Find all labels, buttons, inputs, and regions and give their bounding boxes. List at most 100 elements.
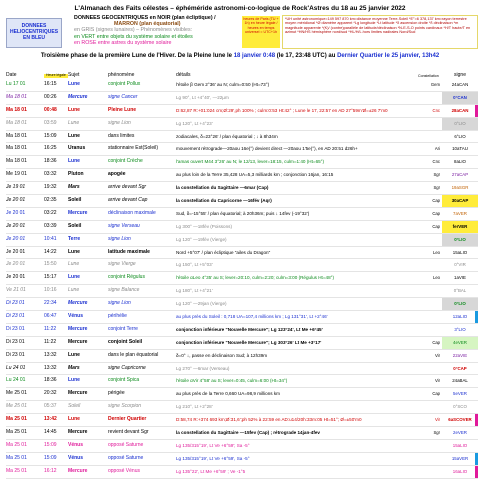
- cell-phenomene: conjoint Régulus: [108, 274, 145, 281]
- cell-sujet: Mars: [68, 184, 80, 191]
- phase-last-quarter: Dernier Quartier le 25 janvier, 13h42: [337, 53, 440, 59]
- cell-sujet: Lune: [68, 119, 80, 126]
- cell-phenomene: arrive devant Sgr: [108, 184, 147, 191]
- table-row: Ma 18 01 03:59 Lune signe Lion Lg 120°, Lt +…: [6, 117, 478, 131]
- cell-details: zodiacales, δ=23°26' / plan équatorial ;…: [176, 133, 278, 139]
- cell-time: 13:42: [44, 416, 57, 423]
- cell-date: Me 19 01: [6, 171, 27, 178]
- cell-signe: 19aSGR: [451, 185, 469, 191]
- cell-time: 11:22: [44, 325, 57, 332]
- helio-line-3: EN BLEU: [23, 35, 45, 41]
- cell-time: 15:09: [44, 441, 57, 448]
- table-row: Di 23 01 11:22 Mercure conjoint Terre conjon…: [6, 324, 478, 337]
- cell-sujet: Pluton: [68, 171, 84, 178]
- cell-signe: 0°CAN: [442, 91, 478, 104]
- cell-details: la constellation du Sagittaire —15fev (C…: [176, 430, 320, 436]
- cell-signe: 24aBAL: [452, 378, 468, 384]
- row-marker: [475, 465, 478, 478]
- cell-constellation: [418, 234, 442, 246]
- cell-date: Me 25 01: [6, 403, 27, 410]
- cell-sujet: Mercure: [68, 300, 88, 307]
- cell-signe: 15aVER: [451, 455, 469, 461]
- row-marker: [475, 414, 478, 427]
- cell-time: 02:35: [44, 197, 57, 204]
- col-heure: Heure légale: [44, 73, 68, 78]
- cell-constellation: Cap: [432, 339, 440, 345]
- cell-constellation: [418, 259, 442, 271]
- cell-phenomene: conjoint Soleil: [108, 338, 143, 345]
- page-title: L'Almanach des Faits célestes – éphéméri…: [74, 5, 406, 12]
- cell-details: Lg 180°, Lt +4°21': [176, 288, 213, 294]
- abbreviations-box: *UH unité astronomique=149 597 870 km=di…: [282, 15, 478, 49]
- cell-time: 00:26: [44, 93, 57, 100]
- cell-date: Je 20 01: [6, 274, 26, 281]
- cell-time: 11:22: [44, 338, 57, 345]
- cell-time: 15:09: [44, 132, 57, 139]
- cell-constellation: Vir: [434, 352, 440, 358]
- cell-constellation: Cap: [432, 210, 440, 216]
- table-row: Ma 18 01 00:48 Lune Pleine Lune D:62,87 R:+0…: [6, 104, 478, 118]
- cell-phenomene: latitude maximale: [108, 248, 150, 255]
- cell-signe: 12aLIO: [452, 314, 468, 320]
- cell-time: 15:50: [44, 261, 57, 268]
- cell-constellation: Leo: [433, 275, 440, 281]
- cell-sujet: Mercure: [68, 93, 88, 100]
- cell-details: Lg 135/315°19', Lt Ve +6°59'; Sa -5°: [176, 442, 250, 448]
- cell-time: 13:32: [44, 364, 57, 371]
- cell-date: Ma 18 01: [6, 119, 27, 126]
- cell-time: 10:41: [44, 235, 57, 242]
- cell-date: Ma 18 01: [6, 158, 27, 165]
- cell-date: Ma 18 01: [6, 132, 27, 139]
- cell-sujet: Lune: [68, 132, 80, 139]
- cell-details: Lg 120° —29jan (Vierge): [176, 301, 227, 307]
- table-row: Di 23 01 06:47 Vénus périhélie au plus près …: [6, 311, 478, 324]
- cell-sujet: Lune: [68, 106, 80, 113]
- cell-time: 18:36: [44, 377, 57, 384]
- table-row: Di 23 01 13:32 Lune dans le plan équatorial…: [6, 350, 478, 363]
- cell-details: la constellation du Sagittaire —6mar (Ca…: [176, 185, 269, 191]
- cell-phenomene: signe Cancer: [108, 93, 138, 100]
- cell-signe: 22aVIE: [452, 352, 468, 358]
- row-marker: [475, 104, 478, 117]
- cell-sujet: Vénus: [68, 313, 84, 320]
- table-row: Lu 17 01 16:15 Lune conjoint Pollux l'étoile…: [6, 79, 478, 92]
- cell-time: 03:22: [44, 209, 57, 216]
- cell-date: Je 19 01: [6, 184, 26, 191]
- table-row: Ma 25 01 14:45 Mercure revient devant Sgr la…: [6, 427, 478, 440]
- cell-constellation: Leo: [433, 249, 440, 255]
- cell-time: 20:32: [44, 390, 57, 397]
- cell-signe: 5eVER: [453, 391, 467, 397]
- cell-details: Lg 300° —18fév (Poissons): [176, 223, 232, 229]
- table-row: Me 19 01 03:32 Pluton apogée au plus loin de…: [6, 169, 478, 183]
- cell-constellation: [418, 118, 442, 130]
- cell-sujet: Mercure: [68, 467, 88, 474]
- cell-constellation: Cap: [432, 391, 440, 397]
- cell-sujet: Mars: [68, 364, 80, 371]
- cell-constellation: Gem: [430, 82, 440, 87]
- cell-sujet: Lune: [68, 261, 80, 268]
- table-row: Je 20 01 14:22 Lune latitude maximale Nord +…: [6, 247, 478, 260]
- cell-time: 03:32: [44, 171, 57, 178]
- phase-line: Troisième phase de la première Lune de l…: [0, 53, 480, 59]
- cell-signe: 0°BAL: [453, 288, 467, 294]
- cell-time: 00:48: [44, 106, 57, 113]
- cell-sujet: Lune: [68, 248, 80, 255]
- cell-signe: 10aTAU: [452, 146, 468, 152]
- cell-date: Ma 18 01: [6, 106, 27, 113]
- cell-constellation: Cnc: [432, 159, 440, 165]
- cell-time: 16:12: [44, 467, 57, 474]
- cell-date: Ma 18 01: [6, 93, 27, 100]
- cell-date: Je 20 01: [6, 222, 26, 229]
- cell-date: Je 20 01: [6, 209, 26, 216]
- cell-phenomene: signe Balance: [108, 287, 140, 294]
- cell-phenomene: signe Capricorne: [108, 364, 146, 371]
- cell-sujet: Terre: [68, 235, 81, 242]
- helio-legend-box: DONNEES HELIOCENTRIQUES EN BLEU: [6, 18, 62, 48]
- cell-constellation: [418, 131, 442, 143]
- cell-date: Ma 25 01: [6, 441, 27, 448]
- table-row: Di 23 01 11:22 Mercure conjoint Soleil conjo…: [6, 336, 478, 350]
- cell-phenomene: signe Scorpion: [108, 403, 142, 410]
- cell-time: 19:32: [44, 184, 57, 191]
- cell-date: Di 23 01: [6, 338, 25, 345]
- cell-phenomene: dans le plan équatorial: [108, 351, 159, 358]
